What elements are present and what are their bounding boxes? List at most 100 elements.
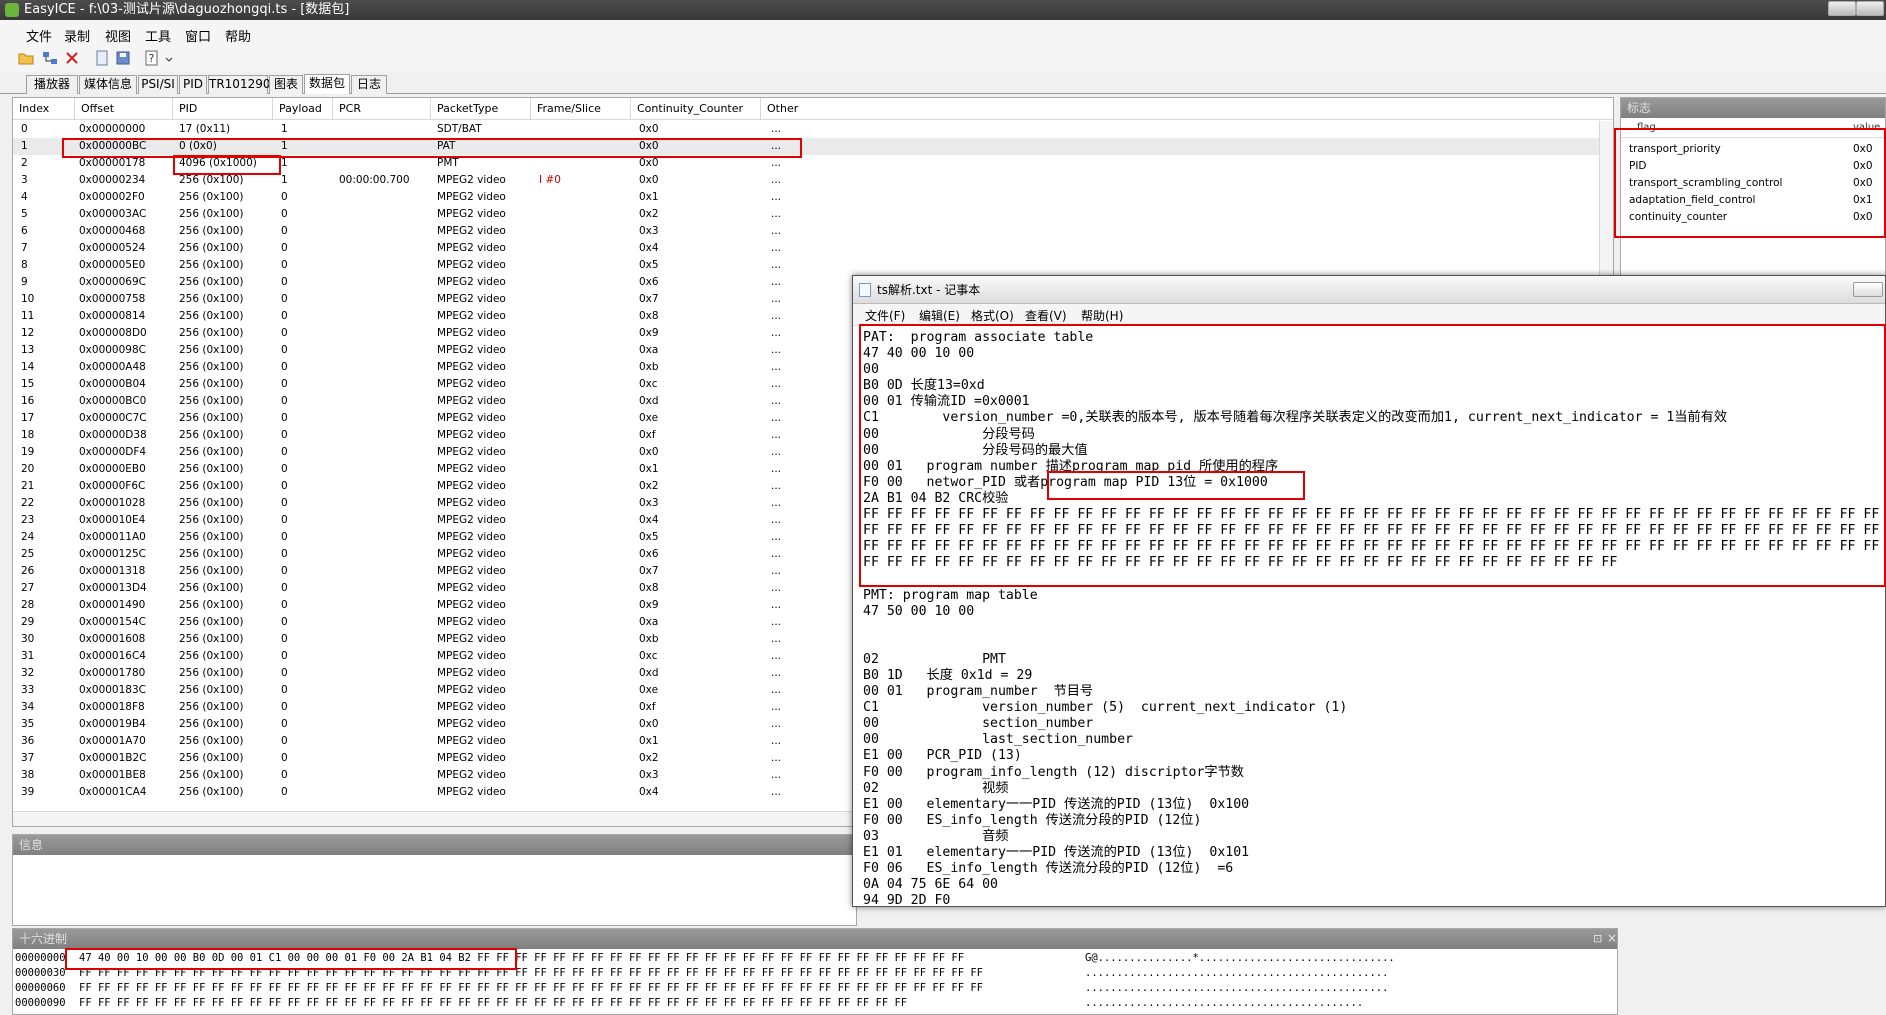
- tab-packets[interactable]: 数据包: [304, 74, 350, 94]
- table-row[interactable]: 2 0x00000178 4096 (0x1000) 1 PMT 0x0...: [13, 155, 1613, 172]
- flag-row[interactable]: transport_scrambling_control 0x0: [1621, 175, 1885, 192]
- notepad-text-area[interactable]: PAT: program associate table 47 40 00 10 …: [863, 330, 1883, 906]
- column-header-packettype[interactable]: PacketType: [431, 98, 531, 120]
- column-header-other[interactable]: Other: [761, 98, 817, 120]
- minimize-button[interactable]: [1828, 1, 1856, 16]
- tab-media-info[interactable]: 媒体信息: [79, 75, 137, 94]
- column-header-flag[interactable]: flag: [1637, 122, 1656, 133]
- tab-log[interactable]: 日志: [351, 75, 387, 94]
- table-cell: 0x000003AC: [79, 208, 147, 220]
- column-header-pid[interactable]: PID: [173, 98, 273, 120]
- table-cell: 256 (0x100): [179, 191, 244, 203]
- notepad-menu-format[interactable]: 格式(O): [971, 307, 1014, 324]
- column-header-payload[interactable]: Payload: [273, 98, 333, 120]
- table-cell: 0x00000178: [79, 157, 146, 169]
- document-icon[interactable]: [94, 50, 110, 66]
- table-row[interactable]: 0 0x00000000 17 (0x11) 1 SDT/BAT 0x0...: [13, 121, 1613, 138]
- table-row[interactable]: 5 0x000003AC 256 (0x100) 0 MPEG2 video 0x2...: [13, 206, 1613, 223]
- table-cell: SDT/BAT: [437, 123, 482, 135]
- table-cell: 256 (0x100): [179, 565, 244, 577]
- menu-record[interactable]: 录制: [64, 26, 90, 45]
- notepad-icon: [859, 283, 871, 297]
- toolbar-overflow-icon[interactable]: [165, 54, 173, 64]
- table-row[interactable]: 8 0x000005E0 256 (0x100) 0 MPEG2 video 0x5...: [13, 257, 1613, 274]
- table-cell: ...: [771, 599, 782, 611]
- help-icon[interactable]: ?: [144, 50, 160, 66]
- table-cell: 0: [281, 378, 288, 390]
- table-cell: MPEG2 video: [437, 310, 506, 322]
- table-row[interactable]: 7 0x00000524 256 (0x100) 0 MPEG2 video 0x4...: [13, 240, 1613, 257]
- menu-file[interactable]: 文件: [26, 26, 52, 45]
- table-cell: 0x00001BE8: [79, 769, 146, 781]
- hex-offset: 00000000: [15, 952, 66, 964]
- table-cell: 32: [21, 667, 35, 679]
- maximize-button[interactable]: [1856, 1, 1884, 16]
- table-cell: 256 (0x100): [179, 769, 244, 781]
- tab-tr101290[interactable]: TR101290: [208, 75, 270, 94]
- notepad-minimize-button[interactable]: [1853, 282, 1883, 297]
- table-cell: 28: [21, 599, 35, 611]
- save-icon[interactable]: [115, 50, 131, 66]
- table-cell: 26: [21, 565, 35, 577]
- table-cell: 256 (0x100): [179, 531, 244, 543]
- notepad-menu-help[interactable]: 帮助(H): [1081, 307, 1123, 324]
- network-icon[interactable]: [42, 50, 58, 66]
- flag-row[interactable]: adaptation_field_control 0x1: [1621, 192, 1885, 209]
- table-cell: 256 (0x100): [179, 684, 244, 696]
- table-cell: 256 (0x100): [179, 395, 244, 407]
- table-row[interactable]: 4 0x000002F0 256 (0x100) 0 MPEG2 video 0x1...: [13, 189, 1613, 206]
- flag-row[interactable]: PID 0x0: [1621, 158, 1885, 175]
- table-row[interactable]: 1 0x000000BC 0 (0x0) 1 PAT 0x0...: [13, 138, 1613, 155]
- text-line: F0 00 networ_PID 或者program map PID 13位 =…: [863, 474, 1268, 490]
- menu-tools[interactable]: 工具: [145, 26, 171, 45]
- column-header-pcr[interactable]: PCR: [333, 98, 431, 120]
- table-cell: MPEG2 video: [437, 429, 506, 441]
- table-cell: 0x0000154C: [79, 616, 146, 628]
- column-header-continuity-counter[interactable]: Continuity_Counter: [631, 98, 761, 120]
- table-cell: 0: [281, 293, 288, 305]
- table-cell: 0x3: [639, 497, 659, 509]
- table-cell: 256 (0x100): [179, 293, 244, 305]
- tab-psi-si[interactable]: PSI/SI: [138, 75, 178, 94]
- table-cell: ...: [771, 225, 782, 237]
- close-panel-icon[interactable]: ×: [1607, 931, 1617, 945]
- tab-chart[interactable]: 图表: [269, 75, 303, 94]
- column-header-offset[interactable]: Offset: [75, 98, 173, 120]
- table-cell: 256 (0x100): [179, 310, 244, 322]
- menu-view[interactable]: 视图: [105, 26, 131, 45]
- menu-window[interactable]: 窗口: [185, 26, 211, 45]
- table-row[interactable]: 3 0x00000234 256 (0x100) 1 00:00:00.700 MPEG2…: [13, 172, 1613, 189]
- table-cell: MPEG2 video: [437, 463, 506, 475]
- hex-ascii: ........................................…: [1085, 997, 1364, 1009]
- tab-player[interactable]: 播放器: [26, 75, 78, 94]
- column-header-value[interactable]: value: [1853, 122, 1880, 133]
- text-line: B0 1D 长度 0x1d = 29: [863, 667, 1033, 683]
- close-icon[interactable]: [64, 50, 80, 66]
- notepad-window[interactable]: ts解析.txt - 记事本 文件(F) 编辑(E) 格式(O) 查看(V) 帮…: [852, 275, 1886, 907]
- text-line: 00 01 program number 描述program map pid 所…: [863, 458, 1279, 474]
- table-cell: 0xa: [639, 344, 659, 356]
- column-header-index[interactable]: Index: [13, 98, 75, 120]
- notepad-menu-view[interactable]: 查看(V): [1025, 307, 1067, 324]
- pin-icon[interactable]: ⊡: [1593, 932, 1602, 945]
- flag-row[interactable]: transport_priority 0x0: [1621, 141, 1885, 158]
- table-row[interactable]: 6 0x00000468 256 (0x100) 0 MPEG2 video 0x3...: [13, 223, 1613, 240]
- table-cell: 0x2: [639, 480, 659, 492]
- hex-bytes: FF FF FF FF FF FF FF FF FF FF FF FF FF F…: [79, 997, 908, 1009]
- app-title-bar: EasyICE - f:\03-测试片源\daguozhongqi.ts - […: [0, 0, 1886, 20]
- column-header-frame-slice[interactable]: Frame/Slice: [531, 98, 631, 120]
- table-cell: 12: [21, 327, 35, 339]
- table-cell: 256 (0x100): [179, 650, 244, 662]
- notepad-title-bar: ts解析.txt - 记事本: [853, 276, 1885, 304]
- open-folder-icon[interactable]: [18, 50, 34, 66]
- notepad-menu-edit[interactable]: 编辑(E): [919, 307, 960, 324]
- tab-pid[interactable]: PID: [179, 75, 207, 94]
- notepad-menu-file[interactable]: 文件(F): [865, 307, 905, 324]
- table-cell: 0: [281, 463, 288, 475]
- view-tabs: 播放器 媒体信息 PSI/SI PID TR101290 图表 数据包 日志: [0, 72, 1886, 94]
- table-cell: 0x0000125C: [79, 548, 146, 560]
- text-line: 0A 04 75 6E 64 00: [863, 877, 998, 893]
- menu-help[interactable]: 帮助: [225, 26, 251, 45]
- flag-row[interactable]: continuity_counter 0x0: [1621, 209, 1885, 226]
- table-cell: MPEG2 video: [437, 480, 506, 492]
